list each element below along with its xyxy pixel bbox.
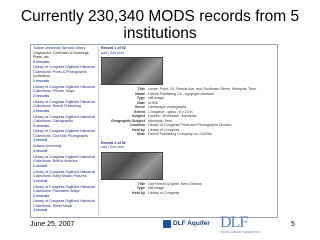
record-details: Record 1 of 92 add | See item Title Levee…: [101, 46, 275, 195]
record-count-link[interactable]: 6 records: [33, 60, 97, 65]
list-item: Library of Congress Digitized Historical…: [33, 199, 97, 213]
record-field-value: Library of Congress: [148, 190, 180, 195]
record-field-row: Held by Library of Congress: [101, 191, 275, 196]
record-field-label: Note: [137, 132, 145, 136]
collections-list: Tulane University Special Library Origina…: [33, 46, 97, 214]
list-item: Library of Congress Digitized Historical…: [33, 129, 97, 143]
collection-name[interactable]: Library of Congress Digitized Historical…: [33, 65, 97, 74]
record-count-link[interactable]: 1 record: [33, 164, 97, 169]
record-field-label: Held by: [132, 190, 145, 195]
collection-name[interactable]: Library of Congress Digitized Historical…: [33, 100, 97, 109]
record-field-row: Note Detroit Publishing Company no. 01876…: [101, 132, 275, 137]
record-field-value: Detroit Publishing Company no. 018766: [148, 132, 212, 136]
collection-name[interactable]: Library of Congress Digitized Historical…: [33, 155, 97, 164]
list-item: Library of Congress Digitized Historical…: [33, 170, 97, 184]
list-item: Library of Congress Digitized Historical…: [33, 185, 97, 199]
record-fields: Title Old French Quarter, New Orleans Type…: [101, 182, 275, 196]
list-item: Indiana University 1 record: [33, 144, 97, 153]
collection-name[interactable]: Library of Congress Digitized Historical…: [33, 85, 97, 94]
dlf-logo-letters: DLF: [220, 214, 248, 231]
slide-date: June 25, 2007: [30, 221, 75, 228]
collection-name[interactable]: Library of Congress Digitized Historical…: [33, 170, 97, 179]
list-item: Tulane University Special Library Origina…: [33, 46, 97, 64]
list-item: Library of Congress Digitized Historical…: [33, 85, 97, 99]
dlf-aquifer-logo-text: DLF Aquifer: [173, 220, 210, 227]
record-count-link[interactable]: 2 records: [33, 194, 97, 199]
aquifer-logo-icon: [163, 220, 171, 228]
list-item: Library of Congress Digitized Historical…: [33, 65, 97, 83]
record-count-link[interactable]: 2 records: [33, 124, 97, 129]
record-count-link[interactable]: 1 record: [33, 179, 97, 184]
collection-name[interactable]: Library of Congress Digitized Historical…: [33, 115, 97, 124]
collection-subtitle: Original Art: Collection of Drawings, Pl…: [33, 50, 90, 60]
record-count-link[interactable]: 1 record: [33, 208, 97, 213]
record-count-link[interactable]: 2 records: [33, 94, 97, 99]
slide-title: Currently 230,340 MODS records from 5 in…: [20, 8, 300, 42]
record-count-link[interactable]: 2 records: [33, 79, 97, 84]
slide-page-number: 5: [291, 221, 295, 228]
collection-name[interactable]: Library of Congress Digitized Historical…: [33, 129, 97, 138]
record-count-link[interactable]: 1 record: [33, 149, 97, 154]
dlf-logo-subtitle: DIGITAL LIBRARY FEDERATION: [221, 231, 260, 234]
record-thumbnail-image[interactable]: [101, 151, 163, 180]
list-item: Library of Congress Digitized Historical…: [33, 155, 97, 169]
dlf-aquifer-logo: DLF Aquifer: [163, 219, 213, 231]
collection-name[interactable]: Library of Congress Digitized Historical…: [33, 199, 97, 208]
record-count-link[interactable]: 1 record: [33, 138, 97, 143]
collection-name[interactable]: Library of Congress Digitized Historical…: [33, 185, 97, 194]
record-fields: Title Levee, Front, St. Francis Ave. and …: [101, 87, 275, 137]
panel-divider: [98, 47, 99, 215]
dlf-logo: DLF DIGITAL LIBRARY FEDERATION: [220, 214, 260, 236]
record-thumbnail-image[interactable]: [101, 57, 163, 85]
record-count-link[interactable]: 2 records: [33, 109, 97, 114]
list-item: Library of Congress Digitized Historical…: [33, 115, 97, 129]
aquifer-portal-screenshot: Tulane University Special Library Origina…: [30, 44, 278, 218]
list-item: Library of Congress Digitized Historical…: [33, 100, 97, 114]
